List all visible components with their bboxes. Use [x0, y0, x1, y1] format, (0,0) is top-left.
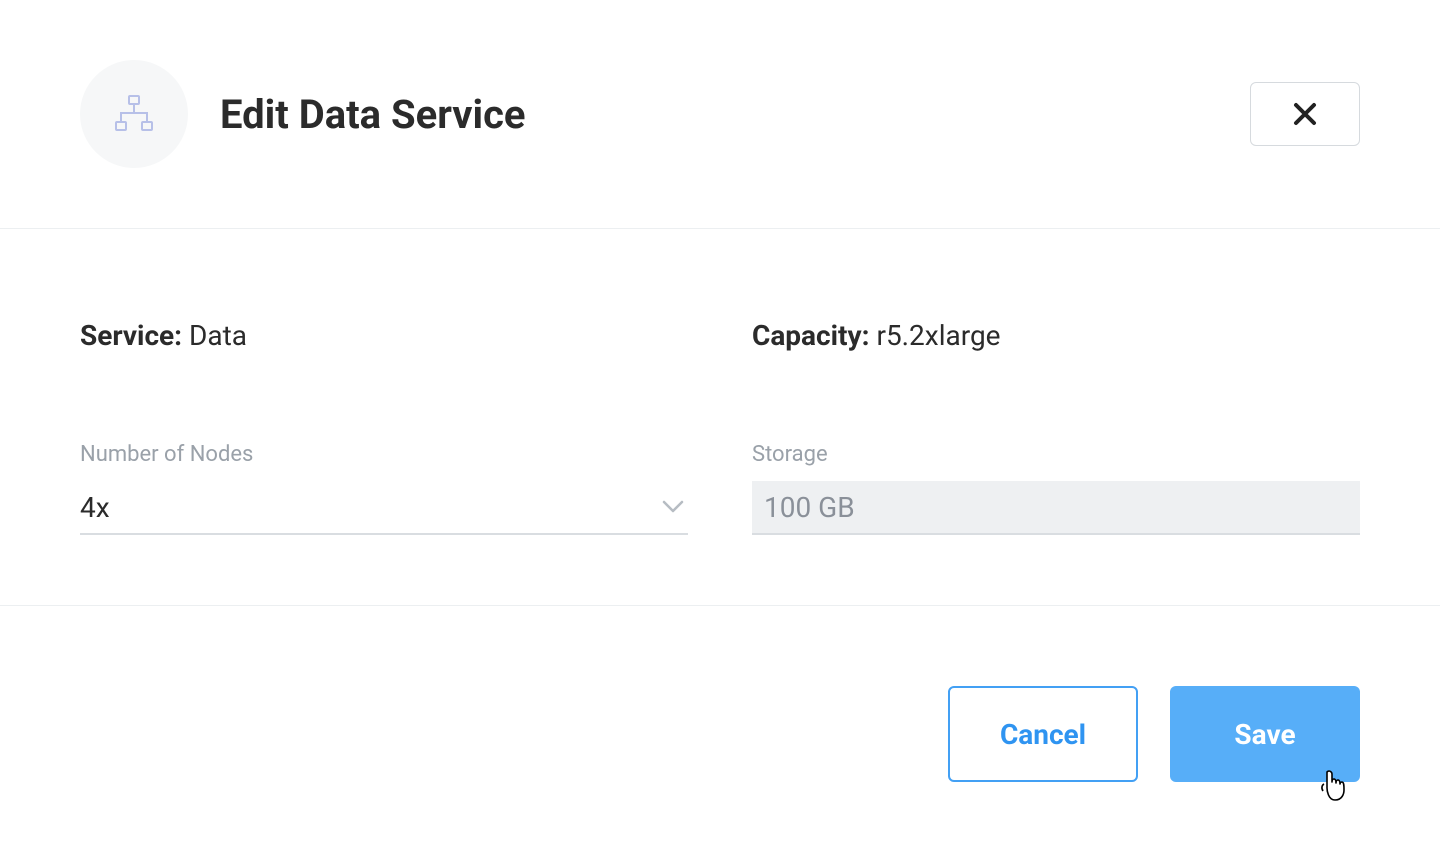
header-left: Edit Data Service: [80, 60, 526, 168]
service-row: Service: Data: [80, 319, 688, 352]
save-button[interactable]: Save: [1170, 686, 1360, 782]
network-icon: [112, 94, 156, 134]
storage-input: 100 GB: [752, 481, 1360, 535]
nodes-label: Number of Nodes: [80, 442, 688, 467]
dialog-body: Service: Data Number of Nodes 4x Capacit…: [0, 229, 1440, 606]
nodes-select[interactable]: 4x: [80, 481, 688, 535]
service-icon-badge: [80, 60, 188, 168]
service-value: Data: [189, 319, 247, 352]
dialog-footer: Cancel Save: [0, 606, 1440, 782]
chevron-down-icon: [662, 500, 684, 514]
storage-value: 100 GB: [764, 491, 855, 524]
service-label: Service:: [80, 319, 182, 352]
storage-label: Storage: [752, 442, 1360, 467]
nodes-select-value: 4x: [80, 491, 110, 524]
col-right: Capacity: r5.2xlarge Storage 100 GB: [752, 319, 1360, 535]
cancel-button[interactable]: Cancel: [948, 686, 1138, 782]
dialog-title: Edit Data Service: [220, 91, 526, 138]
col-left: Service: Data Number of Nodes 4x: [80, 319, 688, 535]
dialog-header: Edit Data Service: [0, 0, 1440, 229]
capacity-value: r5.2xlarge: [876, 319, 1000, 352]
capacity-label: Capacity:: [752, 319, 870, 352]
capacity-row: Capacity: r5.2xlarge: [752, 319, 1360, 352]
close-icon: [1292, 101, 1318, 127]
close-button[interactable]: [1250, 82, 1360, 146]
